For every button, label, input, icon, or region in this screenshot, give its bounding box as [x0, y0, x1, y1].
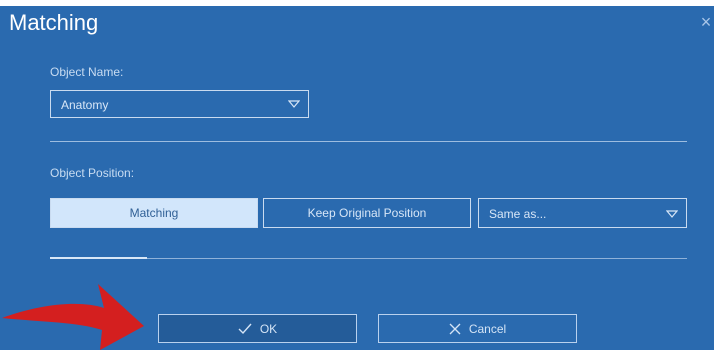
check-icon	[238, 323, 252, 334]
chevron-down-icon	[666, 210, 678, 218]
ok-button[interactable]: OK	[158, 314, 357, 343]
object-name-value: Anatomy	[61, 98, 109, 112]
object-name-label: Object Name:	[50, 65, 124, 79]
same-as-value: Same as...	[489, 207, 547, 221]
dialog-title: Matching	[9, 10, 99, 35]
progress-indicator	[50, 257, 147, 259]
cancel-label: Cancel	[468, 321, 507, 336]
ok-label: OK	[259, 321, 278, 336]
keep-original-position-button[interactable]: Keep Original Position	[263, 198, 471, 228]
same-as-dropdown[interactable]: Same as...	[478, 198, 687, 228]
close-icon[interactable]: ×	[698, 13, 714, 33]
red-arrow-icon	[2, 284, 144, 350]
section-divider	[50, 141, 687, 142]
close-icon	[449, 323, 461, 334]
object-name-dropdown[interactable]: Anatomy	[50, 90, 309, 118]
object-position-label: Object Position:	[50, 166, 135, 180]
cancel-button[interactable]: Cancel	[378, 314, 577, 343]
matching-option-button[interactable]: Matching	[50, 198, 258, 228]
chevron-down-icon	[288, 100, 300, 108]
